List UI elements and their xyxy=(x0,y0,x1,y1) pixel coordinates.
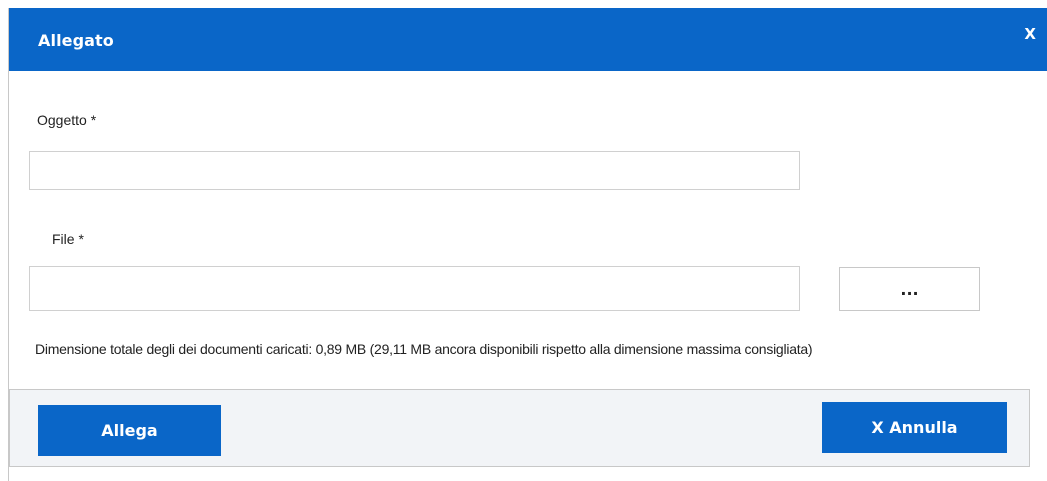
subject-label: Oggetto * xyxy=(37,112,97,128)
total-size-info: Dimensione totale degli dei documenti ca… xyxy=(35,341,813,357)
subject-input[interactable] xyxy=(29,151,800,190)
dialog-title: Allegato xyxy=(38,31,114,50)
file-path-input[interactable] xyxy=(29,266,800,311)
close-icon[interactable]: X xyxy=(1024,25,1036,43)
browse-file-button[interactable]: ... xyxy=(839,267,980,311)
attachment-dialog: Allegato X Oggetto * File * ... Dimensio… xyxy=(8,8,1047,481)
cancel-button[interactable]: X Annulla xyxy=(822,402,1007,453)
file-label: File * xyxy=(52,231,84,247)
dialog-titlebar: Allegato X xyxy=(9,8,1047,71)
attach-button[interactable]: Allega xyxy=(38,405,221,456)
